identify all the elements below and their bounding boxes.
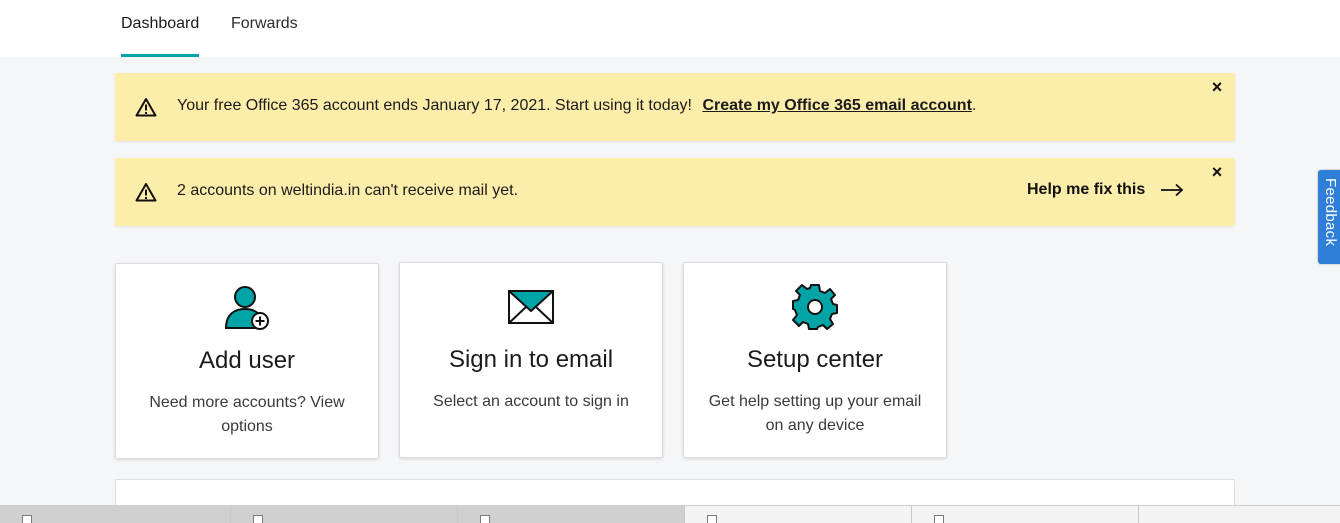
- help-me-fix-label: Help me fix this: [1027, 181, 1146, 198]
- tab-forwards[interactable]: Forwards: [231, 0, 298, 57]
- envelope-icon: [508, 290, 554, 324]
- accounts-mail-banner: 2 accounts on weltindia.in can't receive…: [115, 158, 1235, 226]
- sign-in-email-card[interactable]: Sign in to email Select an account to si…: [399, 262, 663, 458]
- card-description: Get help setting up your email on any de…: [708, 393, 922, 434]
- banner-message-text: Your free Office 365 account ends Januar…: [177, 97, 692, 114]
- tab-dashboard[interactable]: Dashboard: [121, 0, 199, 57]
- banner-message: 2 accounts on weltindia.in can't receive…: [177, 182, 519, 199]
- card-title: Add user: [198, 347, 296, 374]
- card-description: Need more accounts? View options: [149, 394, 345, 435]
- card-title: Sign in to email: [448, 346, 614, 373]
- document-icon: [22, 515, 32, 523]
- warning-icon: [135, 183, 157, 202]
- add-user-icon: [224, 286, 269, 330]
- banner-suffix: .: [971, 97, 977, 114]
- add-user-card[interactable]: Add user Need more accounts? View option…: [115, 263, 379, 459]
- close-banner-button[interactable]: ×: [1209, 77, 1225, 97]
- arrow-right-icon: [1160, 183, 1184, 196]
- document-icon: [707, 515, 717, 523]
- document-icon: [934, 515, 944, 523]
- taskbar-item[interactable]: [685, 506, 912, 523]
- feedback-label: Feedback: [1322, 178, 1339, 247]
- document-icon: [253, 515, 263, 523]
- feedback-tab[interactable]: Feedback: [1318, 170, 1340, 264]
- card-description: Select an account to sign in: [433, 393, 629, 410]
- taskbar-item[interactable]: [231, 506, 458, 523]
- taskbar-item[interactable]: [1139, 506, 1340, 523]
- taskbar: [0, 505, 1340, 523]
- taskbar-item[interactable]: [0, 506, 231, 523]
- banner-message: Your free Office 365 account ends Januar…: [177, 97, 976, 115]
- help-me-fix-link[interactable]: Help me fix this: [1027, 181, 1184, 199]
- close-banner-button[interactable]: ×: [1209, 162, 1225, 182]
- gear-icon: [792, 284, 838, 330]
- office365-banner: Your free Office 365 account ends Januar…: [115, 73, 1235, 141]
- document-icon: [480, 515, 490, 523]
- taskbar-item[interactable]: [458, 506, 685, 523]
- card-title: Setup center: [746, 346, 884, 373]
- warning-icon: [135, 98, 157, 117]
- taskbar-item[interactable]: [912, 506, 1139, 523]
- top-navigation: Dashboard Forwards: [0, 0, 1340, 57]
- create-office365-link[interactable]: Create my Office 365 email account: [702, 97, 971, 114]
- setup-center-card[interactable]: Setup center Get help setting up your em…: [683, 262, 947, 458]
